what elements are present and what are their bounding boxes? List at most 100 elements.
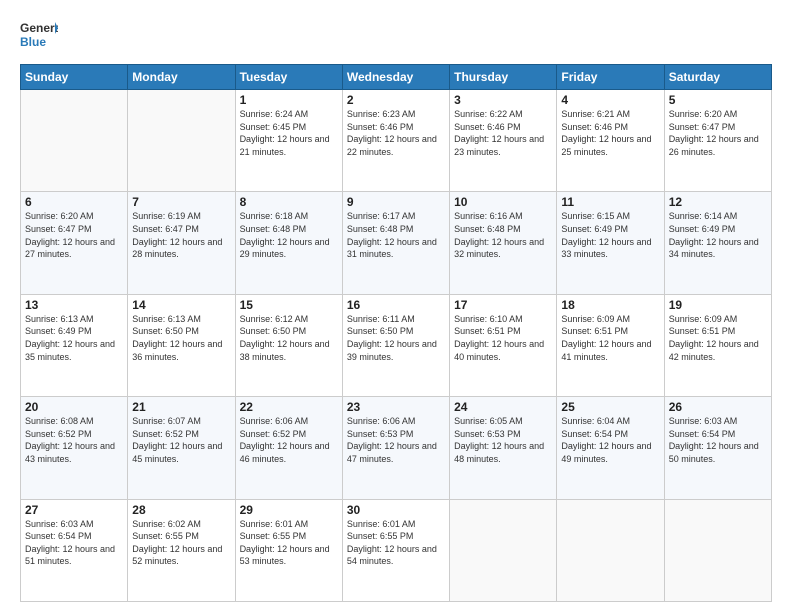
day-info: Sunrise: 6:24 AM Sunset: 6:45 PM Dayligh… bbox=[240, 108, 338, 158]
day-number: 10 bbox=[454, 195, 552, 209]
day-number: 28 bbox=[132, 503, 230, 517]
day-info: Sunrise: 6:01 AM Sunset: 6:55 PM Dayligh… bbox=[240, 518, 338, 568]
day-info: Sunrise: 6:15 AM Sunset: 6:49 PM Dayligh… bbox=[561, 210, 659, 260]
logo: General Blue bbox=[20, 18, 58, 54]
calendar-cell: 15Sunrise: 6:12 AM Sunset: 6:50 PM Dayli… bbox=[235, 294, 342, 396]
logo-svg: General Blue bbox=[20, 18, 58, 54]
day-info: Sunrise: 6:21 AM Sunset: 6:46 PM Dayligh… bbox=[561, 108, 659, 158]
day-number: 13 bbox=[25, 298, 123, 312]
day-number: 27 bbox=[25, 503, 123, 517]
calendar-cell: 23Sunrise: 6:06 AM Sunset: 6:53 PM Dayli… bbox=[342, 397, 449, 499]
day-info: Sunrise: 6:06 AM Sunset: 6:52 PM Dayligh… bbox=[240, 415, 338, 465]
day-number: 11 bbox=[561, 195, 659, 209]
calendar-cell: 25Sunrise: 6:04 AM Sunset: 6:54 PM Dayli… bbox=[557, 397, 664, 499]
day-number: 16 bbox=[347, 298, 445, 312]
calendar-cell bbox=[128, 90, 235, 192]
day-number: 6 bbox=[25, 195, 123, 209]
day-info: Sunrise: 6:01 AM Sunset: 6:55 PM Dayligh… bbox=[347, 518, 445, 568]
day-info: Sunrise: 6:03 AM Sunset: 6:54 PM Dayligh… bbox=[25, 518, 123, 568]
day-info: Sunrise: 6:08 AM Sunset: 6:52 PM Dayligh… bbox=[25, 415, 123, 465]
calendar-cell: 21Sunrise: 6:07 AM Sunset: 6:52 PM Dayli… bbox=[128, 397, 235, 499]
day-number: 4 bbox=[561, 93, 659, 107]
calendar-cell: 24Sunrise: 6:05 AM Sunset: 6:53 PM Dayli… bbox=[450, 397, 557, 499]
day-info: Sunrise: 6:22 AM Sunset: 6:46 PM Dayligh… bbox=[454, 108, 552, 158]
calendar-cell: 4Sunrise: 6:21 AM Sunset: 6:46 PM Daylig… bbox=[557, 90, 664, 192]
day-number: 21 bbox=[132, 400, 230, 414]
calendar-cell: 16Sunrise: 6:11 AM Sunset: 6:50 PM Dayli… bbox=[342, 294, 449, 396]
day-number: 8 bbox=[240, 195, 338, 209]
day-number: 9 bbox=[347, 195, 445, 209]
calendar-cell: 28Sunrise: 6:02 AM Sunset: 6:55 PM Dayli… bbox=[128, 499, 235, 601]
calendar-cell: 26Sunrise: 6:03 AM Sunset: 6:54 PM Dayli… bbox=[664, 397, 771, 499]
calendar-cell: 14Sunrise: 6:13 AM Sunset: 6:50 PM Dayli… bbox=[128, 294, 235, 396]
calendar-cell: 22Sunrise: 6:06 AM Sunset: 6:52 PM Dayli… bbox=[235, 397, 342, 499]
svg-text:Blue: Blue bbox=[20, 35, 46, 49]
week-row-1: 1Sunrise: 6:24 AM Sunset: 6:45 PM Daylig… bbox=[21, 90, 772, 192]
day-info: Sunrise: 6:09 AM Sunset: 6:51 PM Dayligh… bbox=[561, 313, 659, 363]
calendar-cell bbox=[21, 90, 128, 192]
calendar-cell bbox=[450, 499, 557, 601]
calendar-cell: 20Sunrise: 6:08 AM Sunset: 6:52 PM Dayli… bbox=[21, 397, 128, 499]
calendar-cell: 9Sunrise: 6:17 AM Sunset: 6:48 PM Daylig… bbox=[342, 192, 449, 294]
week-row-5: 27Sunrise: 6:03 AM Sunset: 6:54 PM Dayli… bbox=[21, 499, 772, 601]
day-info: Sunrise: 6:10 AM Sunset: 6:51 PM Dayligh… bbox=[454, 313, 552, 363]
day-number: 2 bbox=[347, 93, 445, 107]
week-row-4: 20Sunrise: 6:08 AM Sunset: 6:52 PM Dayli… bbox=[21, 397, 772, 499]
weekday-header-thursday: Thursday bbox=[450, 65, 557, 90]
day-info: Sunrise: 6:09 AM Sunset: 6:51 PM Dayligh… bbox=[669, 313, 767, 363]
day-info: Sunrise: 6:17 AM Sunset: 6:48 PM Dayligh… bbox=[347, 210, 445, 260]
calendar-cell: 5Sunrise: 6:20 AM Sunset: 6:47 PM Daylig… bbox=[664, 90, 771, 192]
calendar-cell: 12Sunrise: 6:14 AM Sunset: 6:49 PM Dayli… bbox=[664, 192, 771, 294]
day-info: Sunrise: 6:07 AM Sunset: 6:52 PM Dayligh… bbox=[132, 415, 230, 465]
day-number: 24 bbox=[454, 400, 552, 414]
calendar-cell: 30Sunrise: 6:01 AM Sunset: 6:55 PM Dayli… bbox=[342, 499, 449, 601]
calendar-cell bbox=[557, 499, 664, 601]
day-info: Sunrise: 6:11 AM Sunset: 6:50 PM Dayligh… bbox=[347, 313, 445, 363]
day-number: 18 bbox=[561, 298, 659, 312]
day-info: Sunrise: 6:18 AM Sunset: 6:48 PM Dayligh… bbox=[240, 210, 338, 260]
day-info: Sunrise: 6:20 AM Sunset: 6:47 PM Dayligh… bbox=[25, 210, 123, 260]
day-info: Sunrise: 6:14 AM Sunset: 6:49 PM Dayligh… bbox=[669, 210, 767, 260]
weekday-header-row: SundayMondayTuesdayWednesdayThursdayFrid… bbox=[21, 65, 772, 90]
calendar-cell: 8Sunrise: 6:18 AM Sunset: 6:48 PM Daylig… bbox=[235, 192, 342, 294]
weekday-header-friday: Friday bbox=[557, 65, 664, 90]
day-number: 15 bbox=[240, 298, 338, 312]
week-row-3: 13Sunrise: 6:13 AM Sunset: 6:49 PM Dayli… bbox=[21, 294, 772, 396]
calendar-cell: 3Sunrise: 6:22 AM Sunset: 6:46 PM Daylig… bbox=[450, 90, 557, 192]
day-number: 12 bbox=[669, 195, 767, 209]
calendar-cell: 17Sunrise: 6:10 AM Sunset: 6:51 PM Dayli… bbox=[450, 294, 557, 396]
calendar-cell: 11Sunrise: 6:15 AM Sunset: 6:49 PM Dayli… bbox=[557, 192, 664, 294]
day-info: Sunrise: 6:05 AM Sunset: 6:53 PM Dayligh… bbox=[454, 415, 552, 465]
svg-text:General: General bbox=[20, 21, 58, 35]
day-number: 19 bbox=[669, 298, 767, 312]
day-number: 7 bbox=[132, 195, 230, 209]
calendar-cell: 29Sunrise: 6:01 AM Sunset: 6:55 PM Dayli… bbox=[235, 499, 342, 601]
calendar-cell: 2Sunrise: 6:23 AM Sunset: 6:46 PM Daylig… bbox=[342, 90, 449, 192]
calendar-cell: 1Sunrise: 6:24 AM Sunset: 6:45 PM Daylig… bbox=[235, 90, 342, 192]
day-number: 25 bbox=[561, 400, 659, 414]
weekday-header-wednesday: Wednesday bbox=[342, 65, 449, 90]
calendar-cell: 13Sunrise: 6:13 AM Sunset: 6:49 PM Dayli… bbox=[21, 294, 128, 396]
day-number: 5 bbox=[669, 93, 767, 107]
calendar-cell: 10Sunrise: 6:16 AM Sunset: 6:48 PM Dayli… bbox=[450, 192, 557, 294]
day-number: 1 bbox=[240, 93, 338, 107]
day-number: 26 bbox=[669, 400, 767, 414]
day-info: Sunrise: 6:23 AM Sunset: 6:46 PM Dayligh… bbox=[347, 108, 445, 158]
weekday-header-sunday: Sunday bbox=[21, 65, 128, 90]
day-number: 29 bbox=[240, 503, 338, 517]
day-number: 22 bbox=[240, 400, 338, 414]
weekday-header-monday: Monday bbox=[128, 65, 235, 90]
day-number: 3 bbox=[454, 93, 552, 107]
day-info: Sunrise: 6:02 AM Sunset: 6:55 PM Dayligh… bbox=[132, 518, 230, 568]
weekday-header-saturday: Saturday bbox=[664, 65, 771, 90]
header: General Blue bbox=[20, 18, 772, 54]
calendar-cell: 18Sunrise: 6:09 AM Sunset: 6:51 PM Dayli… bbox=[557, 294, 664, 396]
day-info: Sunrise: 6:16 AM Sunset: 6:48 PM Dayligh… bbox=[454, 210, 552, 260]
day-number: 30 bbox=[347, 503, 445, 517]
calendar-cell: 27Sunrise: 6:03 AM Sunset: 6:54 PM Dayli… bbox=[21, 499, 128, 601]
day-info: Sunrise: 6:13 AM Sunset: 6:50 PM Dayligh… bbox=[132, 313, 230, 363]
day-info: Sunrise: 6:03 AM Sunset: 6:54 PM Dayligh… bbox=[669, 415, 767, 465]
day-number: 23 bbox=[347, 400, 445, 414]
calendar-cell: 19Sunrise: 6:09 AM Sunset: 6:51 PM Dayli… bbox=[664, 294, 771, 396]
day-info: Sunrise: 6:13 AM Sunset: 6:49 PM Dayligh… bbox=[25, 313, 123, 363]
